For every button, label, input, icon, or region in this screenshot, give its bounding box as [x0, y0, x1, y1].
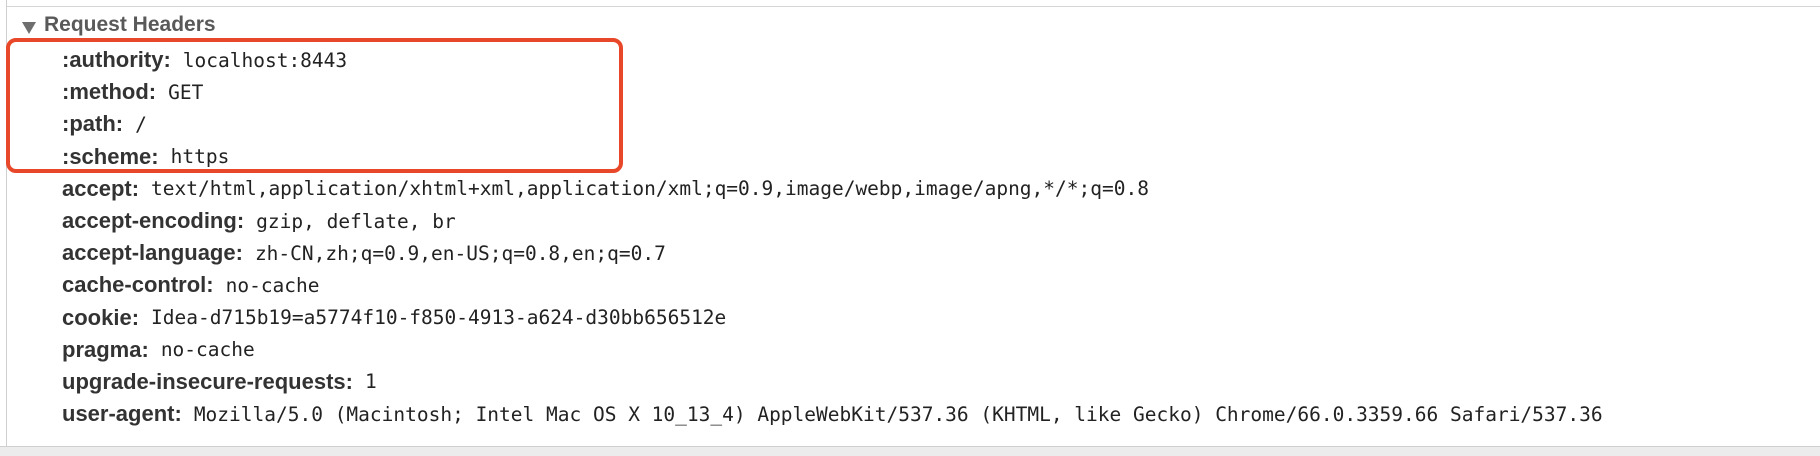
header-key-scheme: :scheme	[62, 143, 152, 169]
header-value-accept-encoding: gzip, deflate, br	[256, 209, 456, 233]
header-row: :path: /	[62, 111, 147, 137]
header-key-cache-control: cache-control	[62, 272, 207, 298]
header-row: cache-control: no-cache	[62, 272, 320, 298]
header-key-user-agent: user-agent	[62, 401, 175, 427]
header-value-cookie: Idea-d715b19=a5774f10-f850-4913-a624-d30…	[151, 306, 727, 330]
header-value-path: /	[135, 112, 147, 136]
header-value-upgrade-insecure-requests: 1	[364, 370, 377, 394]
header-key-upgrade-insecure-requests: upgrade-insecure-requests	[62, 368, 346, 394]
triangle-down-icon[interactable]	[22, 22, 36, 34]
header-value-cache-control: no-cache	[225, 273, 320, 297]
header-value-user-agent: Mozilla/5.0 (Macintosh; Intel Mac OS X 1…	[193, 402, 1603, 426]
header-row: user-agent: Mozilla/5.0 (Macintosh; Inte…	[62, 401, 1603, 427]
header-row: accept: text/html,application/xhtml+xml,…	[62, 175, 1149, 201]
header-row: :scheme: https	[62, 143, 230, 169]
header-key-path: :path	[62, 111, 116, 137]
header-value-pragma: no-cache	[160, 338, 255, 362]
header-row: accept-encoding: gzip, deflate, br	[62, 208, 456, 234]
header-value-authority: localhost:8443	[182, 48, 348, 72]
header-list: :authority: localhost:8443 :method: GET …	[62, 44, 1603, 430]
section-divider	[7, 6, 1820, 7]
header-key-pragma: pragma	[62, 336, 142, 362]
header-row: pragma: no-cache	[62, 336, 255, 362]
header-key-accept: accept	[62, 175, 132, 201]
header-key-method: :method	[62, 79, 149, 105]
header-row: cookie: Idea-d715b19=a5774f10-f850-4913-…	[62, 304, 727, 330]
header-key-authority: :authority	[62, 47, 164, 73]
header-row: upgrade-insecure-requests: 1	[62, 368, 377, 394]
section-title: Request Headers	[44, 13, 216, 36]
header-value-scheme: https	[170, 145, 230, 169]
request-headers-section-header[interactable]: Request Headers	[22, 13, 216, 40]
header-key-accept-language: accept-language	[62, 240, 236, 266]
header-key-accept-encoding: accept-encoding	[62, 208, 237, 234]
header-row: accept-language: zh-CN,zh;q=0.9,en-US;q=…	[62, 240, 666, 266]
header-row: :method: GET	[62, 79, 204, 105]
header-value-accept-language: zh-CN,zh;q=0.9,en-US;q=0.8,en;q=0.7	[254, 241, 666, 265]
header-value-method: GET	[168, 80, 204, 104]
header-value-accept: text/html,application/xhtml+xml,applicat…	[151, 177, 1149, 201]
header-key-cookie: cookie	[62, 304, 132, 330]
horizontal-scrollbar-track[interactable]	[0, 446, 1820, 456]
panel-left-border	[6, 0, 7, 446]
request-headers-panel: Request Headers :authority: localhost:84…	[0, 0, 1820, 456]
header-row: :authority: localhost:8443	[62, 47, 348, 73]
